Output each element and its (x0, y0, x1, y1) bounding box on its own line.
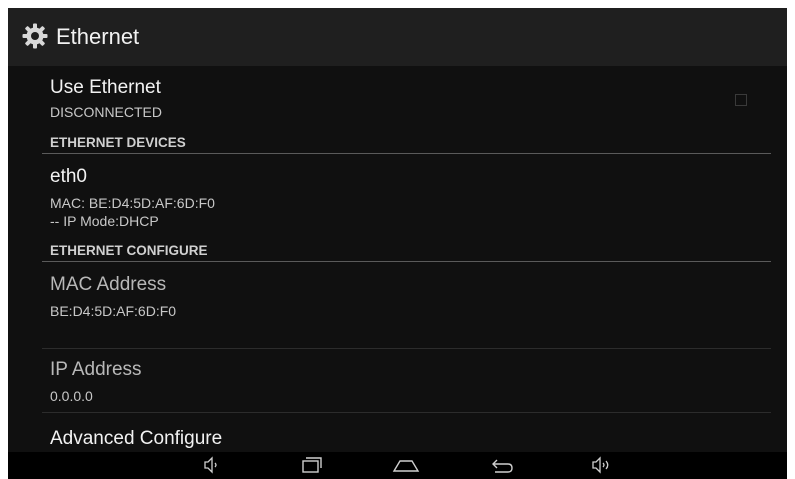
row-divider (42, 348, 771, 349)
navigation-bar (8, 452, 787, 479)
ethernet-configure-header: ETHERNET CONFIGURE (50, 243, 208, 258)
device-ip-mode: -- IP Mode:DHCP (50, 213, 159, 229)
ethernet-devices-divider (42, 153, 771, 154)
mac-address-value: BE:D4:5D:AF:6D:F0 (50, 303, 177, 319)
preference-list: Use Ethernet DISCONNECTED ETHERNET DEVIC… (8, 66, 787, 452)
ethernet-configure-divider (42, 261, 771, 262)
ethernet-devices-header: ETHERNET DEVICES (50, 135, 186, 150)
volume-up-icon[interactable] (582, 454, 616, 476)
gear-icon[interactable] (22, 23, 48, 49)
action-bar: Ethernet (8, 8, 787, 66)
mac-address-title: MAC Address (50, 274, 167, 295)
use-ethernet-title: Use Ethernet (50, 77, 161, 98)
use-ethernet-status: DISCONNECTED (50, 104, 163, 120)
device-name: eth0 (50, 166, 87, 187)
volume-down-icon[interactable] (192, 454, 226, 476)
advanced-configure-title: Advanced Configure (50, 428, 223, 449)
use-ethernet-checkbox[interactable] (735, 94, 747, 106)
home-icon[interactable] (389, 454, 423, 476)
screen: Ethernet Use Ethernet DISCONNECTED ETHER… (8, 8, 787, 479)
recent-apps-icon[interactable] (294, 454, 328, 476)
back-icon[interactable] (485, 454, 519, 476)
row-divider (42, 412, 771, 413)
ip-address-title: IP Address (50, 359, 142, 380)
ip-address-value: 0.0.0.0 (50, 388, 93, 404)
device-mac: MAC: BE:D4:5D:AF:6D:F0 (50, 195, 215, 211)
page-title: Ethernet (56, 24, 140, 49)
